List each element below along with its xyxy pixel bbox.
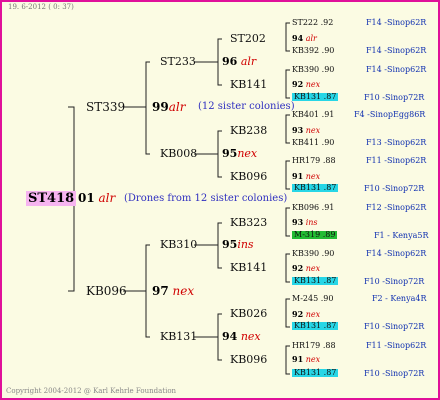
gen4-loc-13: F10 -Sinop72R bbox=[364, 322, 425, 331]
gen4-loc-10: F14 -Sinop62R bbox=[366, 249, 427, 258]
gen4-node-2[interactable]: KB390 .90 bbox=[292, 66, 334, 74]
gen3-node-2[interactable]: KB238 bbox=[230, 125, 267, 136]
gen3-node-6[interactable]: KB026 bbox=[230, 308, 267, 319]
gen4-node-10[interactable]: KB390 .90 bbox=[292, 250, 334, 258]
gen4-loc-4: F4 -SinopEgg86R bbox=[354, 110, 426, 119]
gen4-node-8[interactable]: KB096 .91 bbox=[292, 204, 334, 212]
gen4-node-1[interactable]: KB392 .90 bbox=[292, 47, 334, 55]
gen3-info-7: 91 nex bbox=[292, 355, 320, 364]
gen2-code-1: nex bbox=[237, 147, 258, 160]
gen4-loc-11: F10 -Sinop72R bbox=[364, 277, 425, 286]
root-node[interactable]: ST418 bbox=[26, 191, 77, 206]
gen4-loc-12: F2 - Kenya4R bbox=[372, 294, 427, 303]
gen3-num-5: 92 bbox=[292, 263, 304, 273]
gen3-code-6: nex bbox=[305, 310, 321, 319]
root-generation: 01 bbox=[78, 191, 95, 205]
gen2-num-1: 95 bbox=[222, 147, 238, 160]
gen3-code-1: nex bbox=[305, 80, 321, 89]
gen1-info-1: 97 nex bbox=[152, 285, 194, 297]
gen1-code-1: nex bbox=[172, 284, 195, 298]
root-info: 01 alr bbox=[78, 192, 115, 204]
gen2-node-1[interactable]: KB008 bbox=[160, 148, 197, 159]
copyright-footer: Copyright 2004-2012 @ Karl Kehrle Founda… bbox=[6, 387, 177, 395]
gen3-info-1: 92 nex bbox=[292, 80, 320, 89]
gen4-loc-5: F13 -Sinop62R bbox=[366, 138, 427, 147]
gen3-num-2: 93 bbox=[292, 125, 304, 135]
gen2-info-1: 95nex bbox=[222, 148, 257, 159]
gen2-node-2[interactable]: KB310 bbox=[160, 239, 197, 250]
root-code: alr bbox=[98, 191, 116, 205]
gen4-node-6[interactable]: HR179 .88 bbox=[292, 157, 336, 165]
gen4-node-7[interactable]: KB131 .87 bbox=[292, 184, 339, 192]
gen3-code-4: ins bbox=[305, 218, 318, 227]
gen3-info-0: 94 alr bbox=[292, 34, 317, 43]
gen4-node-14[interactable]: HR179 .88 bbox=[292, 342, 336, 350]
gen4-node-0[interactable]: ST222 .92 bbox=[292, 19, 333, 27]
gen2-num-0: 96 bbox=[222, 55, 238, 68]
gen3-node-0[interactable]: ST202 bbox=[230, 33, 266, 44]
gen1-num-0: 99 bbox=[152, 100, 169, 114]
gen3-code-3: nex bbox=[305, 172, 321, 181]
gen4-loc-6: F11 -Sinop62R bbox=[366, 156, 427, 165]
gen3-info-4: 93 ins bbox=[292, 218, 318, 227]
gen3-num-0: 94 bbox=[292, 33, 304, 43]
gen2-node-0[interactable]: ST233 bbox=[160, 56, 196, 67]
gen4-loc-0: F14 -Sinop62R bbox=[366, 18, 427, 27]
gen2-num-2: 95 bbox=[222, 238, 238, 251]
gen3-info-2: 93 nex bbox=[292, 126, 320, 135]
gen4-loc-7: F10 -Sinop72R bbox=[364, 184, 425, 193]
gen1-node-1[interactable]: KB096 bbox=[86, 285, 127, 297]
gen4-loc-8: F12 -Sinop62R bbox=[366, 203, 427, 212]
gen3-num-3: 91 bbox=[292, 171, 304, 181]
gen3-code-2: nex bbox=[305, 126, 321, 135]
gen3-node-1[interactable]: KB141 bbox=[230, 79, 267, 90]
gen3-node-4[interactable]: KB323 bbox=[230, 217, 267, 228]
gen4-node-3[interactable]: KB131 .87 bbox=[292, 93, 339, 101]
gen3-node-3[interactable]: KB096 bbox=[230, 171, 267, 182]
gen3-code-0: alr bbox=[305, 34, 317, 43]
gen4-node-4[interactable]: KB401 .91 bbox=[292, 111, 334, 119]
gen3-num-4: 93 bbox=[292, 217, 304, 227]
gen1-info-0: 99alr bbox=[152, 101, 185, 113]
gen4-node-11[interactable]: KB131 .87 bbox=[292, 277, 339, 285]
gen3-info-6: 92 nex bbox=[292, 310, 320, 319]
root-id: ST418 bbox=[28, 191, 75, 206]
gen2-code-0: alr bbox=[240, 55, 257, 68]
gen1-node-0[interactable]: ST339 bbox=[86, 101, 125, 113]
root-note: (Drones from 12 sister colonies) bbox=[124, 193, 288, 204]
gen4-loc-3: F10 -Sinop72R bbox=[364, 93, 425, 102]
gen1-code-0: alr bbox=[168, 100, 186, 114]
gen4-loc-1: F14 -Sinop62R bbox=[366, 46, 427, 55]
gen4-loc-14: F11 -Sinop62R bbox=[366, 341, 427, 350]
timestamp-header: 19. 6-2012 ( 0: 37) bbox=[8, 3, 74, 11]
gen3-num-1: 92 bbox=[292, 79, 304, 89]
gen4-node-12[interactable]: M-245 .90 bbox=[292, 295, 333, 303]
gen3-code-5: nex bbox=[305, 264, 321, 273]
gen1-note-0: (12 sister colonies) bbox=[198, 101, 295, 112]
gen3-node-5[interactable]: KB141 bbox=[230, 262, 267, 273]
gen2-node-3[interactable]: KB131 bbox=[160, 331, 197, 342]
gen3-code-7: nex bbox=[305, 355, 321, 364]
gen3-info-5: 92 nex bbox=[292, 264, 320, 273]
gen3-num-7: 91 bbox=[292, 354, 304, 364]
gen3-node-7[interactable]: KB096 bbox=[230, 354, 267, 365]
gen2-info-0: 96 alr bbox=[222, 56, 256, 67]
gen4-node-15[interactable]: KB131 .87 bbox=[292, 369, 339, 377]
gen4-loc-2: F14 -Sinop62R bbox=[366, 65, 427, 74]
gen4-loc-9: F1 - Kenya5R bbox=[374, 231, 429, 240]
gen1-num-1: 97 bbox=[152, 284, 169, 298]
gen2-num-3: 94 bbox=[222, 330, 238, 343]
gen2-info-2: 95ins bbox=[222, 239, 254, 250]
gen3-info-3: 91 nex bbox=[292, 172, 320, 181]
gen2-code-3: nex bbox=[240, 330, 261, 343]
gen2-info-3: 94 nex bbox=[222, 331, 261, 342]
gen4-node-13[interactable]: KB131 .87 bbox=[292, 322, 339, 330]
gen3-num-6: 92 bbox=[292, 309, 304, 319]
gen4-loc-15: F10 -Sinop72R bbox=[364, 369, 425, 378]
gen2-code-2: ins bbox=[237, 238, 254, 251]
gen4-node-9[interactable]: M-319 .89 bbox=[292, 231, 338, 239]
gen4-node-5[interactable]: KB411 .90 bbox=[292, 139, 334, 147]
